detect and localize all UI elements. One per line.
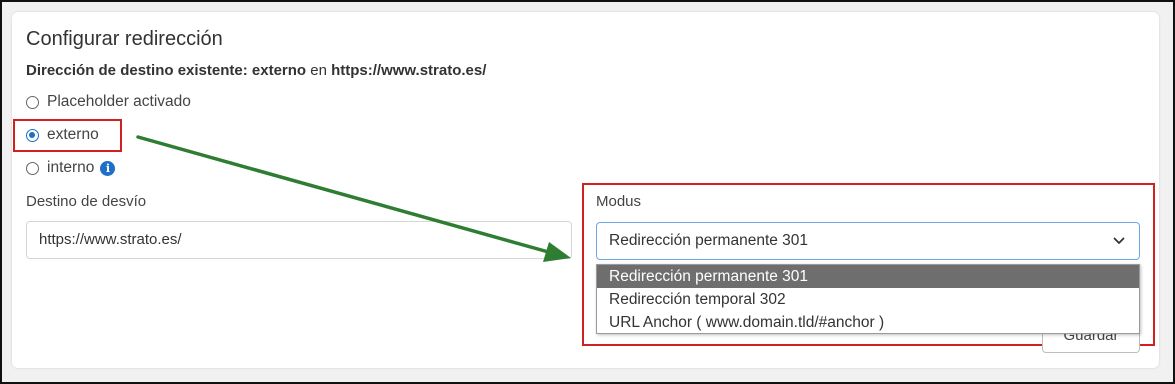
page-title: Configurar redirección	[26, 28, 223, 50]
modus-label: Modus	[596, 193, 642, 210]
radio-button[interactable]	[26, 95, 39, 109]
modus-option[interactable]: Redirección temporal 302	[597, 288, 1139, 311]
highlight-box-externo	[13, 119, 122, 152]
radio-button[interactable]	[26, 161, 39, 175]
modus-dropdown-list: Redirección permanente 301 Redirección t…	[596, 264, 1140, 334]
modus-option[interactable]: URL Anchor ( www.domain.tld/#anchor )	[597, 311, 1139, 334]
current-destination-text: Dirección de destino existente: externo …	[26, 62, 486, 79]
current-destination-connector: en	[310, 62, 327, 79]
radio-placeholder[interactable]: Placeholder activado	[26, 92, 191, 112]
radio-label: interno	[47, 159, 95, 176]
modus-select[interactable]: Redirección permanente 301	[596, 222, 1140, 260]
destination-label: Destino de desvío	[26, 193, 147, 210]
radio-interno[interactable]: interno i	[26, 158, 116, 178]
radio-label: Placeholder activado	[47, 93, 191, 110]
modus-option[interactable]: Redirección permanente 301	[597, 265, 1139, 288]
info-icon[interactable]: i	[100, 160, 116, 176]
chevron-down-icon	[1113, 237, 1125, 244]
current-destination-url: https://www.strato.es/	[331, 62, 487, 79]
destination-input[interactable]: https://www.strato.es/	[26, 221, 572, 259]
modus-selected-value: Redirección permanente 301	[609, 232, 809, 249]
current-destination-label: Dirección de destino existente: externo	[26, 62, 307, 79]
